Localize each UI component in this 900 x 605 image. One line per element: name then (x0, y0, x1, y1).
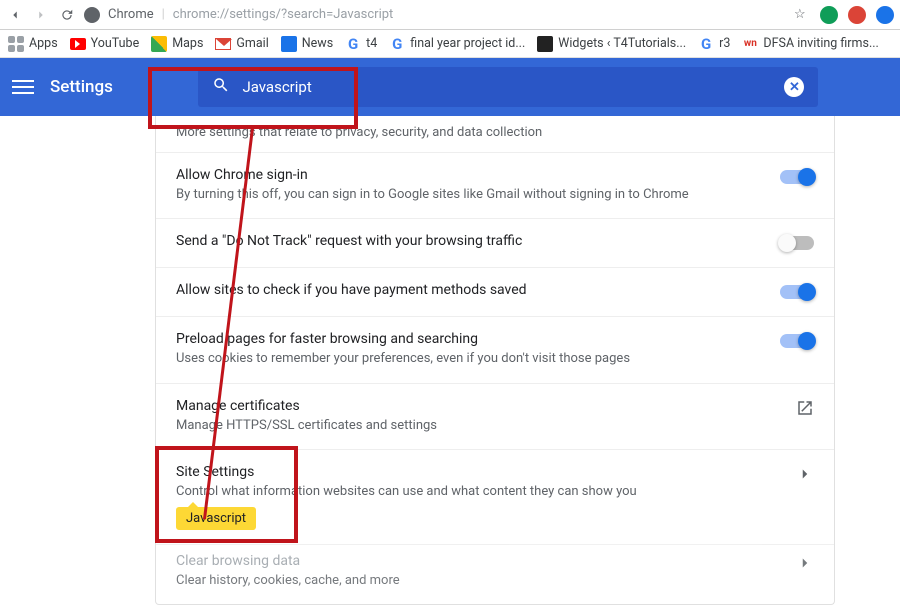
chevron-right-icon (796, 464, 814, 484)
back-button[interactable] (6, 6, 24, 24)
extension-icon[interactable] (876, 6, 894, 24)
page-title: Settings (50, 77, 113, 97)
settings-search-box[interactable]: ✕ (198, 67, 818, 107)
toggle-payment-check[interactable] (780, 285, 814, 299)
settings-row-certificates[interactable]: Manage certificates Manage HTTPS/SSL cer… (156, 383, 834, 449)
search-input[interactable] (242, 78, 772, 96)
bookmark-gmail[interactable]: Gmail (215, 36, 268, 52)
reload-button[interactable] (58, 6, 76, 24)
url-text: chrome://settings/?search=Javascript (173, 7, 786, 22)
bookmarks-bar: Apps YouTube Maps Gmail News Gt4 Gfinal … (0, 30, 900, 58)
bookmark-news[interactable]: News (281, 36, 333, 52)
settings-header: Settings ✕ (0, 58, 900, 116)
bookmark-apps[interactable]: Apps (8, 36, 58, 52)
toggle-preload[interactable] (780, 334, 814, 348)
external-link-icon (796, 398, 814, 418)
settings-row-more-settings[interactable]: More settings that relate to privacy, se… (156, 116, 834, 152)
address-bar[interactable]: Chrome | chrome://settings/?search=Javas… (84, 7, 812, 23)
browser-toolbar: Chrome | chrome://settings/?search=Javas… (0, 0, 900, 30)
settings-row-clear-data[interactable]: Clear browsing data Clear history, cooki… (156, 544, 834, 604)
extensions-area (820, 6, 894, 24)
bookmark-youtube[interactable]: YouTube (70, 36, 140, 52)
toggle-chrome-signin[interactable] (780, 170, 814, 184)
extension-icon[interactable] (820, 6, 838, 24)
settings-row-payment-check[interactable]: Allow sites to check if you have payment… (156, 267, 834, 316)
bookmark-t4[interactable]: Gt4 (345, 36, 377, 52)
bookmark-fyp[interactable]: Gfinal year project id... (389, 36, 525, 52)
bookmark-dfsa[interactable]: wnDFSA inviting firms... (742, 36, 878, 52)
extension-icon[interactable] (848, 6, 866, 24)
settings-row-preload[interactable]: Preload pages for faster browsing and se… (156, 316, 834, 382)
bookmark-r3[interactable]: Gr3 (698, 36, 730, 52)
clear-search-icon[interactable]: ✕ (784, 77, 804, 97)
chrome-icon (84, 7, 100, 23)
forward-button[interactable] (32, 6, 50, 24)
bookmark-maps[interactable]: Maps (151, 36, 203, 52)
bookmark-star-icon[interactable]: ☆ (794, 7, 812, 22)
search-match-chip: Javascript (176, 507, 256, 530)
chevron-right-icon (796, 553, 814, 573)
settings-row-chrome-signin[interactable]: Allow Chrome sign-in By turning this off… (156, 152, 834, 218)
toggle-do-not-track[interactable] (780, 236, 814, 250)
bookmark-widgets[interactable]: Widgets ‹ T4Tutorials... (537, 36, 686, 52)
settings-row-site-settings[interactable]: Site Settings Control what information w… (156, 449, 834, 544)
url-scheme-label: Chrome (108, 7, 154, 22)
settings-card: More settings that relate to privacy, se… (155, 116, 835, 605)
settings-row-do-not-track[interactable]: Send a "Do Not Track" request with your … (156, 218, 834, 267)
search-icon (212, 76, 230, 98)
menu-icon[interactable] (12, 76, 34, 98)
